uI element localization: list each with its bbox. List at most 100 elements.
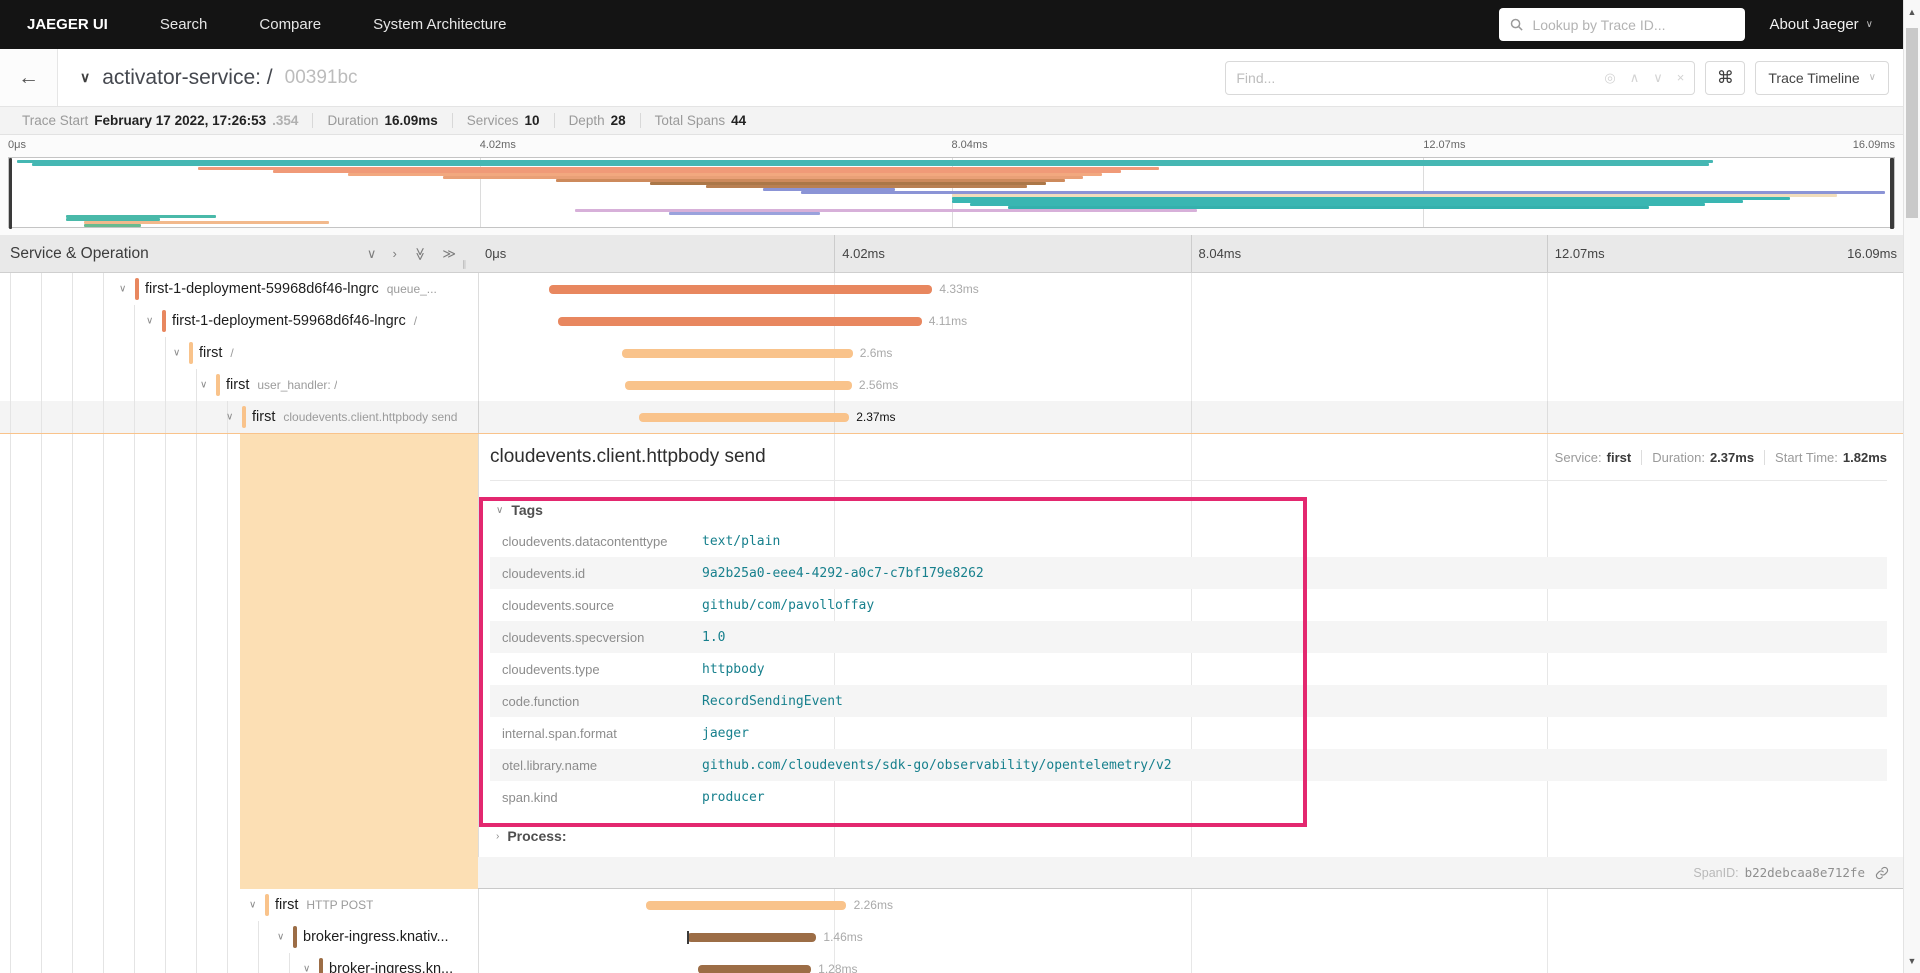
find-box[interactable]: ◎ ∧ ∨ × xyxy=(1225,60,1696,95)
span-duration-bar[interactable] xyxy=(646,900,847,910)
chevron-down-icon: ∨ xyxy=(496,504,504,516)
span-color-band xyxy=(240,434,478,889)
tag-row[interactable]: span.kind producer xyxy=(490,781,1887,813)
tag-row[interactable]: code.function RecordSendingEvent xyxy=(490,685,1887,717)
deep-link-icon[interactable] xyxy=(1875,866,1889,880)
span-stat: Start Time: 1.82ms xyxy=(1764,450,1887,465)
column-resizer[interactable]: ∥ xyxy=(462,259,468,270)
span-expander-chevron-icon[interactable]: ∨ xyxy=(249,900,256,911)
scrollbar-up-icon[interactable]: ▲ xyxy=(1904,7,1920,17)
about-jaeger-menu[interactable]: About Jaeger ∨ xyxy=(1769,16,1903,33)
span-expander-chevron-icon[interactable]: ∨ xyxy=(146,316,153,327)
tag-row[interactable]: cloudevents.id 9a2b25a0-eee4-4292-a0c7-c7… xyxy=(490,557,1887,589)
indent-guide xyxy=(103,889,104,921)
timeline-minimap[interactable]: 0μs 4.02ms 8.04ms 12.07ms 16.09ms xyxy=(0,135,1903,235)
find-input[interactable] xyxy=(1236,69,1605,86)
indent-guide xyxy=(134,889,135,921)
nav-items: Search Compare System Architecture xyxy=(134,16,533,33)
tag-row[interactable]: otel.library.name github.com/cloudevents/… xyxy=(490,749,1887,781)
span-id-strip: SpanID: b22debcaa8e712fe xyxy=(478,857,1903,889)
collapse-all-icon[interactable]: ≫ xyxy=(412,247,428,261)
trace-title-chevron-icon[interactable]: ∨ xyxy=(80,69,90,86)
nav-item-system-architecture[interactable]: System Architecture xyxy=(347,16,532,33)
trace-lookup-input[interactable] xyxy=(1532,16,1736,33)
tag-row[interactable]: cloudevents.specversion 1.0 xyxy=(490,621,1887,653)
expand-all-icon[interactable]: ≫ xyxy=(442,246,456,262)
span-duration-bar[interactable] xyxy=(687,930,817,944)
span-row[interactable]: ∨ first user_handler: / 2.56ms xyxy=(0,369,1903,401)
scrollbar[interactable]: ▲ ▼ xyxy=(1903,0,1920,973)
brand-jaeger-ui[interactable]: JAEGER UI xyxy=(0,16,134,33)
tag-row[interactable]: cloudevents.type httpbody xyxy=(490,653,1887,685)
nav-item-compare[interactable]: Compare xyxy=(233,16,347,33)
service-color-chip xyxy=(242,406,246,428)
span-expander-chevron-icon[interactable]: ∨ xyxy=(277,932,284,943)
tag-value: httpbody xyxy=(702,661,765,677)
trace-view-dropdown[interactable]: Trace Timeline ∨ xyxy=(1755,60,1889,95)
span-duration-bar[interactable] xyxy=(697,964,811,973)
span-duration-bar[interactable] xyxy=(622,348,853,358)
span-duration-bar[interactable] xyxy=(625,380,852,390)
timeline-header-tick: 12.07ms xyxy=(1546,235,1605,272)
indent-guide xyxy=(10,953,11,973)
prev-match-icon[interactable]: ∧ xyxy=(1630,70,1640,86)
tag-key: cloudevents.type xyxy=(502,661,600,677)
minimap-tick-label: 0μs xyxy=(8,139,26,151)
indent-guide xyxy=(72,337,73,369)
indent-guide xyxy=(196,401,197,433)
tag-row[interactable]: cloudevents.datacontenttype text/plain xyxy=(490,525,1887,557)
collapse-one-icon[interactable]: ∨ xyxy=(367,246,377,262)
nav-item-search[interactable]: Search xyxy=(134,16,234,33)
service-color-chip xyxy=(293,926,297,948)
tags-accordion-toggle[interactable]: ∨ Tags xyxy=(490,495,1887,525)
trace-lookup-box[interactable] xyxy=(1499,8,1746,41)
summary-duration: Duration 16.09ms xyxy=(312,113,451,128)
indent-guide xyxy=(258,921,259,953)
summary-value: 16.09ms xyxy=(384,113,438,128)
span-row[interactable]: ∨ first-1-deployment-59968d6f46-lngrc / 4.1… xyxy=(0,305,1903,337)
minimap-tick-label: 8.04ms xyxy=(951,139,988,151)
about-jaeger-label: About Jaeger xyxy=(1769,16,1859,33)
scrollbar-thumb[interactable] xyxy=(1906,28,1918,218)
tag-value: text/plain xyxy=(702,533,781,549)
span-row[interactable]: ∨ first-1-deployment-59968d6f46-lngrc queu… xyxy=(0,273,1903,305)
indent-guide xyxy=(196,921,197,953)
span-expander-chevron-icon[interactable]: ∨ xyxy=(119,284,126,295)
minimap-span xyxy=(1890,158,1894,229)
span-row[interactable]: ∨ first cloudevents.client.httpbody send 2.… xyxy=(0,401,1903,433)
span-duration-bar[interactable] xyxy=(557,316,922,326)
span-row[interactable]: ∨ broker-ingress.kn... 1.28ms xyxy=(0,953,1903,973)
minimap-canvas[interactable] xyxy=(8,157,1895,229)
match-case-icon[interactable]: ◎ xyxy=(1604,70,1615,86)
span-row[interactable]: ∨ broker-ingress.knativ... 1.46ms xyxy=(0,921,1903,953)
service-color-chip xyxy=(265,894,269,916)
process-accordion-toggle[interactable]: › Process: xyxy=(490,821,1887,851)
back-button[interactable]: ← xyxy=(0,49,58,106)
tag-value: 1.0 xyxy=(702,629,726,645)
span-expander-chevron-icon[interactable]: ∨ xyxy=(200,380,207,391)
span-detail-content: cloudevents.client.httpbody send Service… xyxy=(478,434,1903,889)
keyboard-shortcuts-button[interactable]: ⌘ xyxy=(1705,60,1746,95)
indent-guide xyxy=(103,337,104,369)
indent-guide xyxy=(41,889,42,921)
scrollbar-down-icon[interactable]: ▼ xyxy=(1904,956,1920,966)
span-stat-value: 2.37ms xyxy=(1709,450,1755,465)
clear-find-icon[interactable]: × xyxy=(1677,70,1685,86)
span-expander-chevron-icon[interactable]: ∨ xyxy=(226,412,233,423)
span-row[interactable]: ∨ first / 2.6ms xyxy=(0,337,1903,369)
span-duration-label: 2.37ms xyxy=(856,410,896,424)
span-row-tree-cell: ∨ first user_handler: / xyxy=(0,369,478,401)
span-duration-bar[interactable] xyxy=(639,412,850,422)
expand-one-icon[interactable]: › xyxy=(392,246,396,262)
span-expander-chevron-icon[interactable]: ∨ xyxy=(303,964,310,973)
span-duration-bar[interactable] xyxy=(548,284,933,294)
indent-guide xyxy=(10,921,11,953)
tag-row[interactable]: cloudevents.source github/com/pavolloffay xyxy=(490,589,1887,621)
span-row[interactable]: ∨ first HTTP POST 2.26ms xyxy=(0,889,1903,921)
tag-row[interactable]: internal.span.format jaeger xyxy=(490,717,1887,749)
service-name: broker-ingress.knativ... xyxy=(303,929,449,945)
summary-label: Depth xyxy=(568,113,605,128)
operation-name: cloudevents.client.httpbody send xyxy=(283,410,458,424)
span-expander-chevron-icon[interactable]: ∨ xyxy=(173,348,180,359)
next-match-icon[interactable]: ∨ xyxy=(1653,70,1663,86)
